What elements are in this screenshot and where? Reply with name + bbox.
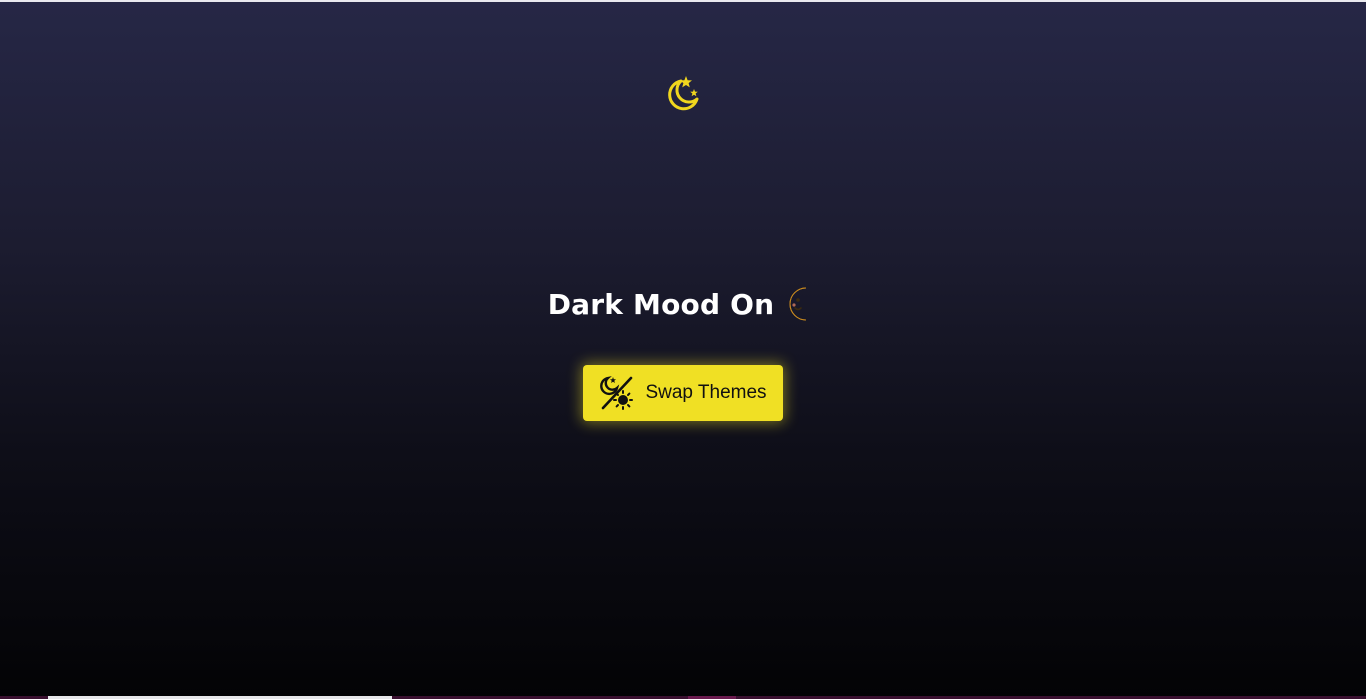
crescent-moon-face-icon bbox=[784, 286, 818, 322]
swap-themes-label: Swap Themes bbox=[645, 382, 767, 403]
theme-swap-icon bbox=[599, 375, 635, 411]
headline: Dark Mood On bbox=[0, 286, 1366, 322]
moon-stars-icon bbox=[664, 73, 700, 113]
headline-text: Dark Mood On bbox=[547, 287, 775, 321]
swap-themes-button[interactable]: Swap Themes bbox=[583, 365, 783, 421]
